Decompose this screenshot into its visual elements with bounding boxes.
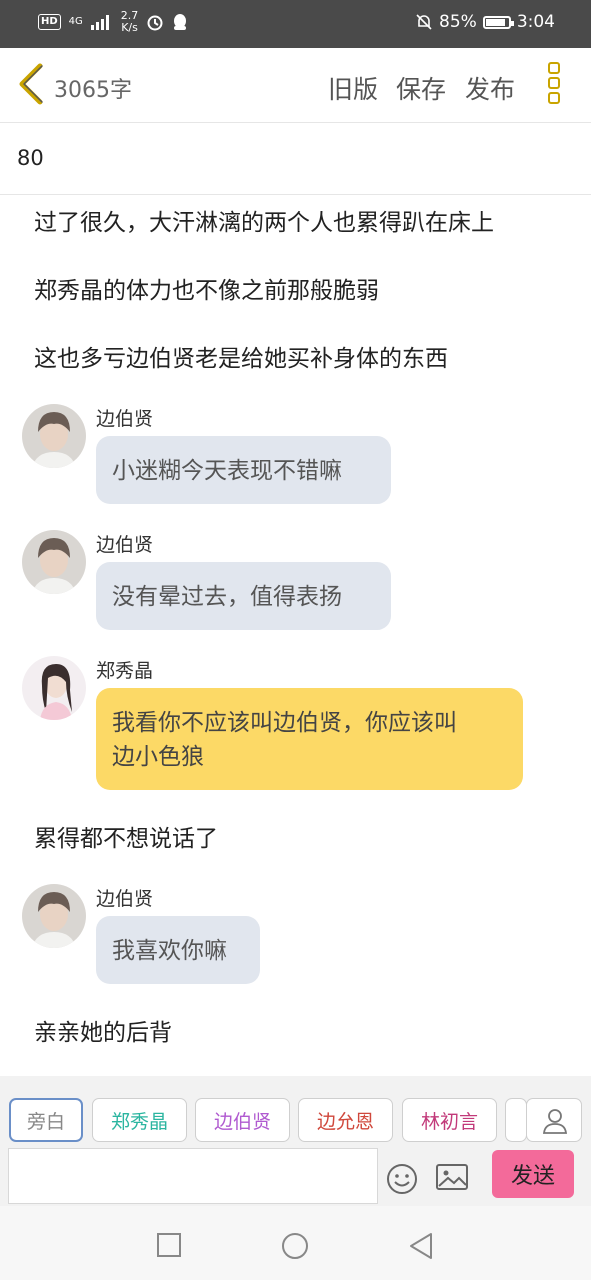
battery-icon [482,15,514,29]
avatar [22,884,86,948]
role-tag[interactable]: 郑秀晶 [92,1098,187,1142]
person-icon [542,1109,568,1134]
message-bubble: 我喜欢你嘛 [96,916,260,984]
word-count: 3065字 [54,78,132,103]
message-bubble: 小迷糊今天表现不错嘛 [96,436,391,504]
chapter-meta-row[interactable]: 80 [0,122,591,195]
status-bar: HD 4G 2.7 K/s 85% 3:04 [0,0,591,48]
recents-square-icon[interactable] [156,1232,182,1258]
role-tag-narration[interactable]: 旁白 [9,1098,83,1142]
speaker-name: 郑秀晶 [96,660,154,682]
system-nav-bar [0,1206,591,1280]
send-button[interactable]: 发送 [492,1150,574,1198]
message-bubble: 没有晕过去，值得表扬 [96,562,391,630]
avatar [22,530,86,594]
hd-indicator: HD [38,14,61,30]
avatar [22,656,86,720]
role-tag-partial[interactable] [505,1098,527,1142]
editor-header: 3065字 旧版 保存 发布 [0,48,591,123]
image-icon[interactable] [435,1162,469,1192]
signal-icon [90,15,109,30]
composer-panel: 旁白 郑秀晶 边伯贤 边允恩 林初言 发送 [0,1076,591,1206]
battery-percent: 85% [439,12,477,32]
back-triangle-icon[interactable] [408,1232,434,1260]
save-button[interactable]: 保存 [396,70,446,106]
meta-value: 80 [17,146,44,170]
speaker-name: 边伯贤 [96,408,154,430]
narration-line: 郑秀晶的体力也不像之前那般脆弱 [34,278,379,304]
speaker-name: 边伯贤 [96,534,154,556]
alarm-icon [147,15,163,31]
narration-line: 累得都不想说话了 [34,826,218,852]
role-tag[interactable]: 林初言 [402,1098,497,1142]
avatar [22,404,86,468]
speaker-name: 边伯贤 [96,888,154,910]
narration-line: 过了很久，大汗淋漓的两个人也累得趴在床上 [34,210,494,236]
role-tag[interactable]: 边伯贤 [195,1098,290,1142]
emoji-icon[interactable] [385,1162,419,1196]
publish-button[interactable]: 发布 [465,70,515,106]
home-circle-icon[interactable] [281,1232,309,1260]
add-character-button[interactable] [526,1098,582,1142]
back-chevron-icon[interactable] [14,62,48,106]
narration-line: 这也多亏边伯贤老是给她买补身体的东西 [34,346,448,372]
network-speed: 2.7 K/s [120,9,139,34]
message-bubble: 我看你不应该叫边伯贤，你应该叫 边小色狼 [96,688,523,790]
narration-line: 亲亲她的后背 [34,1020,172,1046]
network-indicator: 4G [68,16,83,27]
qq-icon [174,14,187,30]
old-version-button[interactable]: 旧版 [328,70,378,106]
more-menu-icon[interactable] [548,62,568,108]
clock: 3:04 [516,12,555,32]
mute-bell-icon [416,14,432,30]
message-input[interactable] [8,1148,378,1204]
role-tag[interactable]: 边允恩 [298,1098,393,1142]
